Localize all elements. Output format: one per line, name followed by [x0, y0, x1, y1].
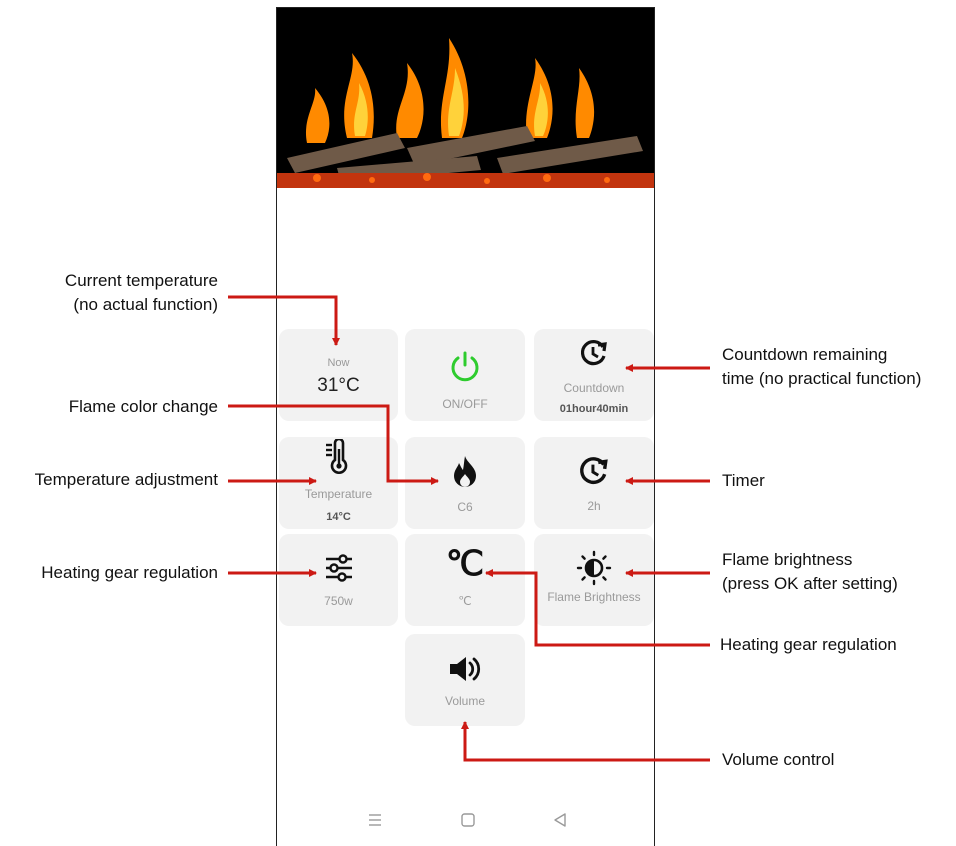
temperature-label: Temperature [304, 487, 373, 501]
countdown-value: 01hour40min [559, 403, 629, 415]
annotation-heat-gear-left: Heating gear regulation [41, 563, 218, 582]
current-temperature-value: 31°C [317, 375, 360, 396]
system-nav-bar [277, 812, 654, 836]
annotation-heat-gear-right: Heating gear regulation [720, 635, 897, 654]
sliders-icon [325, 554, 352, 582]
flame-color-tile[interactable]: C6 [405, 437, 525, 529]
power-button[interactable]: ON/OFF [405, 329, 525, 421]
brightness-icon [576, 550, 612, 586]
power-label: ON/OFF [442, 397, 488, 411]
annotation-current-temp: Current temperature (no actual function) [65, 269, 218, 317]
annotation-current-temp-line1: Current temperature [64, 271, 218, 290]
annotation-current-temp-line2: (no actual function) [73, 295, 218, 314]
heat-gear-label: 750w [324, 594, 353, 608]
flame-color-label: C6 [457, 500, 473, 514]
flame-icon [454, 456, 476, 487]
annotation-countdown-line1: Countdown remaining [722, 345, 888, 364]
clock-timer-icon [581, 340, 607, 366]
temperature-value: 14°C [326, 511, 351, 523]
flame-brightness-tile[interactable]: Flame Brightness [534, 534, 654, 626]
temperature-unit-tile[interactable]: ℃ ℃ [405, 534, 525, 626]
thermometer-icon [325, 439, 347, 474]
annotation-brightness: Flame brightness (press OK after setting… [722, 548, 898, 596]
power-icon [451, 351, 479, 382]
annotation-countdown: Countdown remaining time (no practical f… [722, 343, 921, 391]
temperature-unit-label: ℃ [458, 594, 472, 608]
annotation-brightness-line1: Flame brightness [722, 550, 853, 569]
now-label: Now [327, 357, 350, 369]
countdown-label: Countdown [563, 381, 625, 395]
volume-label: Volume [444, 694, 486, 708]
menu-icon[interactable] [367, 812, 383, 828]
annotation-volume: Volume control [722, 750, 835, 769]
speaker-icon [450, 657, 481, 681]
clock-timer-icon [580, 457, 608, 484]
fireplace-image [277, 8, 654, 188]
home-icon[interactable] [460, 812, 476, 828]
temperature-tile[interactable]: Temperature 14°C [279, 437, 398, 529]
celsius-icon: ℃ [445, 545, 485, 583]
annotation-brightness-line2: (press OK after setting) [722, 574, 898, 593]
phone-screen: Now 31°C ON/OFF Countdown 01hour40min Te… [276, 7, 655, 846]
flame-brightness-label: Flame Brightness [547, 590, 641, 604]
annotation-flame-color: Flame color change [68, 397, 218, 416]
tile-now: Now 31°C [279, 329, 398, 421]
countdown-tile[interactable]: Countdown 01hour40min [534, 329, 654, 421]
heat-gear-tile[interactable]: 750w [279, 534, 398, 626]
annotation-timer: Timer [722, 471, 765, 490]
timer-tile[interactable]: 2h [534, 437, 654, 529]
timer-label: 2h [587, 499, 601, 513]
volume-tile[interactable]: Volume [405, 634, 525, 726]
back-icon[interactable] [552, 812, 568, 828]
annotation-countdown-line2: time (no practical function) [722, 369, 922, 388]
annotation-temp-adjust: Temperature adjustment [34, 470, 218, 489]
